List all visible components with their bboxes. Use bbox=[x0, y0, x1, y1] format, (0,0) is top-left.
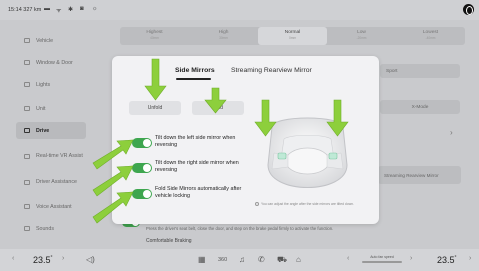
bottom-dock: ‹ 23.5° › ◁) ▦ 360 ♫ ✆ ⛟ ⌂ ‹ Auto fan sp… bbox=[0, 249, 479, 271]
music-icon[interactable]: ♫ bbox=[239, 255, 245, 264]
sidebar-item-voice-assistant[interactable]: Voice Assistant bbox=[16, 198, 86, 215]
height-option-normal[interactable]: Normal 0mm bbox=[258, 27, 327, 45]
sidebar-item-label: Real-time VR Assist bbox=[36, 153, 83, 159]
chevron-right-icon[interactable]: › bbox=[410, 255, 412, 262]
sidebar-item-window-door[interactable]: Window & Door bbox=[16, 54, 86, 71]
sidebar-item-vr-assist[interactable]: Real-time VR Assist bbox=[16, 146, 86, 166]
sidebar-item-driver-assistance[interactable]: Driver Assistance bbox=[16, 172, 86, 192]
info-icon bbox=[255, 202, 259, 207]
sidebar-item-label: Drive bbox=[36, 127, 50, 134]
phone-icon[interactable]: ✆ bbox=[258, 255, 265, 264]
toggle-knob bbox=[143, 139, 151, 147]
fan-speed-control[interactable]: Auto fan speed bbox=[357, 255, 407, 263]
360-view-icon[interactable]: 360 bbox=[218, 257, 227, 263]
clock: 15:14 327 km bbox=[8, 7, 42, 13]
sidebar-item-label: Lights bbox=[36, 81, 51, 88]
auto-fold-mirrors-toggle[interactable] bbox=[132, 189, 152, 199]
vr-icon bbox=[24, 153, 30, 159]
hint-text: Press the driver's seat belt, close the … bbox=[146, 226, 334, 231]
sidebar-item-label: Vehicle bbox=[36, 37, 54, 44]
tilt-right-mirror-toggle[interactable] bbox=[132, 163, 152, 173]
sidebar-item-vehicle[interactable]: Vehicle bbox=[16, 32, 86, 49]
car-icon[interactable]: ⛟ bbox=[277, 255, 287, 265]
sidebar-item-label: Voice Assistant bbox=[36, 203, 72, 210]
chevron-left-icon[interactable]: ‹ bbox=[347, 255, 349, 262]
fold-button[interactable]: Fold bbox=[192, 101, 244, 115]
height-option-high[interactable]: High 30mm bbox=[189, 27, 258, 45]
tilt-left-mirror-label: Tilt down the left side mirror when reve… bbox=[155, 135, 236, 148]
light-icon bbox=[24, 82, 30, 87]
active-tab-indicator bbox=[176, 78, 211, 80]
tab-side-mirrors[interactable]: Side Mirrors bbox=[175, 67, 215, 74]
chevron-right-icon[interactable]: › bbox=[62, 255, 64, 262]
bluetooth-icon: ✱ bbox=[68, 7, 74, 13]
car-icon bbox=[24, 38, 30, 43]
sidebar-item-label: Sounds bbox=[36, 225, 54, 232]
xmode-button[interactable]: X-Mode bbox=[380, 100, 460, 114]
side-mirrors-dialog: Side Mirrors Streaming Rearview Mirror U… bbox=[112, 56, 379, 224]
signal-icon: ᯤ bbox=[56, 8, 62, 14]
chevron-left-icon[interactable]: ‹ bbox=[12, 255, 14, 262]
camera-icon: ◙ bbox=[80, 6, 84, 12]
comfortable-braking-label: Comfortable Braking bbox=[146, 238, 192, 244]
sidebar-item-lights[interactable]: Lights bbox=[16, 76, 86, 93]
assist-icon bbox=[24, 179, 30, 185]
steering-icon bbox=[24, 128, 30, 133]
left-temperature[interactable]: 23.5° bbox=[33, 255, 53, 265]
auto-fold-mirrors-label: Fold Side Mirrors automatically after ve… bbox=[155, 186, 242, 199]
sidebar-item-label: Unit bbox=[36, 105, 46, 112]
volume-icon[interactable]: ◁) bbox=[86, 255, 95, 264]
tab-streaming-rearview-mirror[interactable]: Streaming Rearview Mirror bbox=[231, 67, 312, 74]
speaker-icon bbox=[24, 226, 30, 231]
grid-icon[interactable]: ▦ bbox=[198, 255, 206, 264]
home-icon[interactable]: ⌂ bbox=[296, 255, 301, 264]
battery-icon: ▬ bbox=[44, 6, 50, 12]
sidebar-item-unit[interactable]: Unit bbox=[16, 100, 86, 117]
sidebar-item-label: Window & Door bbox=[36, 59, 73, 66]
fan-speed-bar bbox=[362, 261, 402, 263]
sidebar-item-sounds[interactable]: Sounds bbox=[16, 220, 86, 237]
height-option-highest[interactable]: Highest 40mm bbox=[120, 27, 189, 45]
adjust-angle-note: You can adjust the angle after the side … bbox=[255, 202, 370, 207]
toggle-knob bbox=[143, 164, 151, 172]
avatar[interactable] bbox=[463, 4, 474, 15]
window-icon bbox=[24, 60, 30, 65]
mic-icon bbox=[24, 204, 30, 209]
tilt-left-mirror-toggle[interactable] bbox=[132, 138, 152, 148]
streaming-rearview-button[interactable]: Streaming Rearview Mirror bbox=[378, 166, 461, 184]
status-bar: 15:14 327 km ▬ ᯤ ✱ ◙ ☼ bbox=[0, 0, 479, 20]
height-option-low[interactable]: Low -20mm bbox=[327, 27, 396, 45]
sport-mode-button[interactable]: Sport bbox=[380, 64, 460, 78]
ruler-icon bbox=[24, 106, 30, 111]
toggle-knob bbox=[143, 190, 151, 198]
right-temperature[interactable]: 23.5° bbox=[437, 255, 457, 265]
height-option-lowest[interactable]: Lowest -40mm bbox=[396, 27, 465, 45]
chevron-right-icon[interactable]: › bbox=[450, 128, 453, 137]
sun-icon: ☼ bbox=[92, 6, 98, 12]
sidebar-item-drive[interactable]: Drive bbox=[16, 122, 86, 139]
chevron-right-icon[interactable]: › bbox=[469, 255, 471, 262]
ride-height-selector: Highest 40mm High 30mm Normal 0mm Low -20mm … bbox=[120, 27, 465, 45]
tilt-right-mirror-label: Tilt down the right side mirror when rev… bbox=[155, 160, 239, 173]
steering-wheel-illustration bbox=[267, 117, 348, 188]
sidebar-item-label: Driver Assistance bbox=[36, 179, 77, 185]
unfold-button[interactable]: Unfold bbox=[129, 101, 181, 115]
